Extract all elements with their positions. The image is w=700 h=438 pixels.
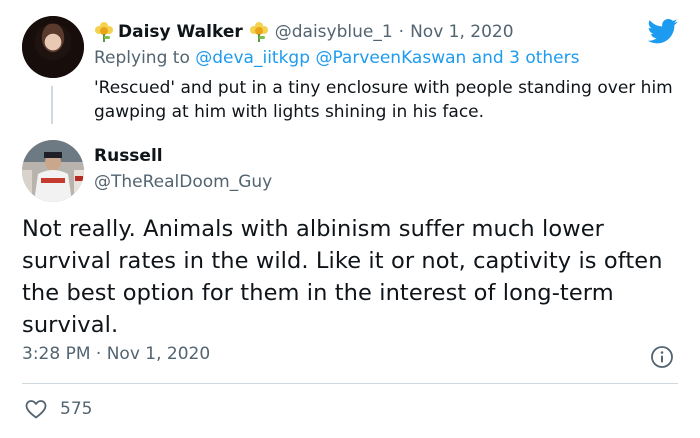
- twitter-bird-icon[interactable]: [648, 16, 678, 46]
- replying-prefix: Replying to: [94, 48, 190, 68]
- thread-connector-line: [51, 86, 53, 124]
- main-avatar[interactable]: [22, 140, 84, 202]
- header-separator: ·: [398, 22, 405, 42]
- parent-date[interactable]: Nov 1, 2020: [410, 22, 513, 42]
- replying-to-line: Replying to @deva_iitkgp @ParveenKaswan …: [94, 48, 579, 68]
- main-handle[interactable]: @TheRealDoom_Guy: [94, 172, 272, 192]
- parent-header: Daisy Walker @daisyblue_1 · Nov 1, 2020: [94, 20, 514, 44]
- reply-mention-link[interactable]: @deva_iitkgp: [195, 48, 310, 68]
- parent-author-name[interactable]: Daisy Walker: [118, 22, 243, 42]
- divider: [22, 383, 678, 384]
- main-author-name[interactable]: Russell: [94, 146, 163, 166]
- sunflower-emoji-icon: [94, 22, 114, 42]
- parent-handle[interactable]: @daisyblue_1: [275, 22, 393, 42]
- parent-avatar[interactable]: [22, 16, 84, 78]
- like-action[interactable]: 575: [24, 397, 92, 421]
- sunflower-emoji-icon: [249, 22, 269, 42]
- reply-others-link[interactable]: and 3 others: [472, 48, 580, 68]
- info-icon[interactable]: [650, 345, 674, 369]
- like-count: 575: [60, 399, 93, 419]
- tweet-timestamp[interactable]: 3:28 PM · Nov 1, 2020: [22, 344, 210, 364]
- parent-tweet-text: 'Rescued' and put in a tiny enclosure wi…: [94, 78, 673, 122]
- main-tweet-text: Not really. Animals with albinism suffer…: [22, 216, 663, 338]
- heart-icon[interactable]: [24, 397, 48, 421]
- reply-mention-link[interactable]: @ParveenKaswan: [315, 48, 466, 68]
